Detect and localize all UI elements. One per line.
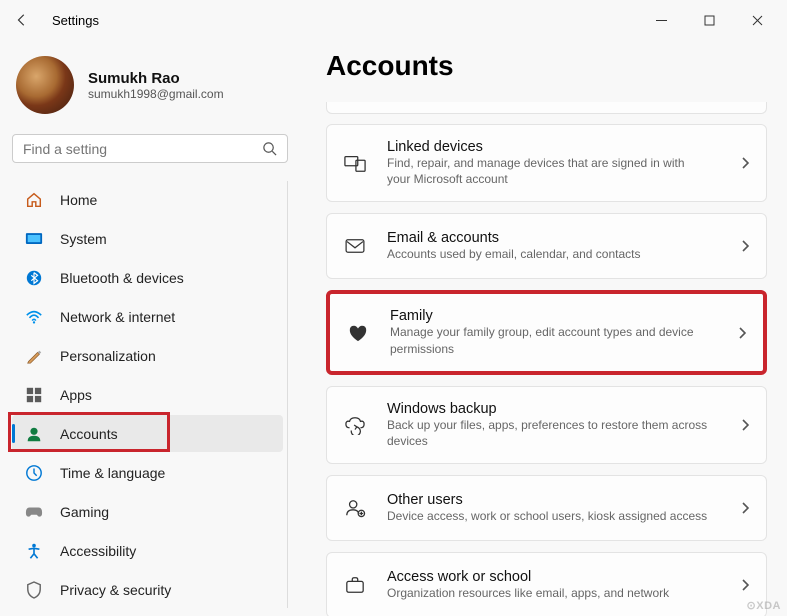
home-icon bbox=[24, 190, 44, 210]
profile-email: sumukh1998@gmail.com bbox=[88, 87, 224, 101]
card-title: Linked devices bbox=[387, 139, 721, 155]
sidebar: Sumukh Rao sumukh1998@gmail.com Home Sys… bbox=[0, 40, 300, 616]
gaming-icon bbox=[24, 502, 44, 522]
profile-name: Sumukh Rao bbox=[88, 70, 224, 87]
sidebar-item-label: Network & internet bbox=[60, 309, 175, 325]
card-title: Access work or school bbox=[387, 569, 721, 585]
family-icon bbox=[346, 321, 370, 345]
sidebar-item-accessibility[interactable]: Accessibility bbox=[12, 532, 283, 569]
card-description: Manage your family group, edit account t… bbox=[390, 324, 718, 356]
chevron-right-icon bbox=[738, 326, 747, 340]
sidebar-item-network[interactable]: Network & internet bbox=[12, 298, 283, 335]
sidebar-item-home[interactable]: Home bbox=[12, 181, 283, 218]
close-icon bbox=[752, 15, 763, 26]
chevron-right-icon bbox=[741, 578, 750, 592]
search-input[interactable] bbox=[23, 141, 262, 157]
card-other-users[interactable]: Other users Device access, work or schoo… bbox=[326, 475, 767, 541]
minimize-icon bbox=[656, 15, 667, 26]
accounts-icon bbox=[24, 424, 44, 444]
sidebar-item-system[interactable]: System bbox=[12, 220, 283, 257]
time-icon bbox=[24, 463, 44, 483]
card-title: Other users bbox=[387, 492, 721, 508]
sidebar-item-label: Home bbox=[60, 192, 97, 208]
maximize-icon bbox=[704, 15, 715, 26]
card-description: Organization resources like email, apps,… bbox=[387, 585, 721, 601]
card-title: Family bbox=[390, 308, 718, 324]
titlebar: Settings bbox=[0, 0, 787, 40]
bluetooth-icon bbox=[24, 268, 44, 288]
accessibility-icon bbox=[24, 541, 44, 561]
card-family[interactable]: Family Manage your family group, edit ac… bbox=[326, 290, 767, 374]
sidebar-item-label: Privacy & security bbox=[60, 582, 171, 598]
chevron-right-icon bbox=[741, 501, 750, 515]
sidebar-item-label: Time & language bbox=[60, 465, 165, 481]
chevron-right-icon bbox=[741, 418, 750, 432]
sidebar-item-label: Personalization bbox=[60, 348, 156, 364]
card-description: Back up your files, apps, preferences to… bbox=[387, 417, 721, 449]
work-school-icon bbox=[343, 573, 367, 597]
avatar bbox=[16, 56, 74, 114]
sidebar-item-time[interactable]: Time & language bbox=[12, 454, 283, 491]
card-description: Device access, work or school users, kio… bbox=[387, 508, 721, 524]
card-description: Find, repair, and manage devices that ar… bbox=[387, 155, 721, 187]
sidebar-item-apps[interactable]: Apps bbox=[12, 376, 283, 413]
maximize-button[interactable] bbox=[687, 5, 731, 35]
sidebar-item-label: Accessibility bbox=[60, 543, 136, 559]
back-arrow-icon bbox=[15, 13, 29, 27]
card-title: Windows backup bbox=[387, 401, 721, 417]
main-panel: Accounts Linked devices Find, repair, an… bbox=[300, 40, 787, 616]
network-icon bbox=[24, 307, 44, 327]
profile-section[interactable]: Sumukh Rao sumukh1998@gmail.com bbox=[12, 48, 288, 128]
back-button[interactable] bbox=[8, 6, 36, 34]
search-icon bbox=[262, 141, 277, 156]
window-title: Settings bbox=[52, 13, 99, 28]
apps-icon bbox=[24, 385, 44, 405]
email-icon bbox=[343, 234, 367, 258]
nav-list: Home System Bluetooth & devices Network … bbox=[12, 181, 288, 608]
card-description: Accounts used by email, calendar, and co… bbox=[387, 246, 721, 262]
sidebar-item-gaming[interactable]: Gaming bbox=[12, 493, 283, 530]
sidebar-item-accounts[interactable]: Accounts bbox=[12, 415, 283, 452]
linked-devices-icon bbox=[343, 151, 367, 175]
sidebar-item-label: Accounts bbox=[60, 426, 118, 442]
backup-icon bbox=[343, 413, 367, 437]
card-work-school[interactable]: Access work or school Organization resou… bbox=[326, 552, 767, 616]
search-box[interactable] bbox=[12, 134, 288, 163]
personalization-icon bbox=[24, 346, 44, 366]
sidebar-item-label: System bbox=[60, 231, 107, 247]
sidebar-item-label: Gaming bbox=[60, 504, 109, 520]
system-icon bbox=[24, 229, 44, 249]
other-users-icon bbox=[343, 496, 367, 520]
sidebar-item-label: Bluetooth & devices bbox=[60, 270, 184, 286]
sidebar-item-bluetooth[interactable]: Bluetooth & devices bbox=[12, 259, 283, 296]
minimize-button[interactable] bbox=[639, 5, 683, 35]
chevron-right-icon bbox=[741, 156, 750, 170]
sidebar-item-label: Apps bbox=[60, 387, 92, 403]
privacy-icon bbox=[24, 580, 44, 600]
window-controls bbox=[639, 5, 779, 35]
card-linked-devices[interactable]: Linked devices Find, repair, and manage … bbox=[326, 124, 767, 202]
card-email-accounts[interactable]: Email & accounts Accounts used by email,… bbox=[326, 213, 767, 279]
sidebar-item-privacy[interactable]: Privacy & security bbox=[12, 571, 283, 608]
chevron-right-icon bbox=[741, 239, 750, 253]
card-windows-backup[interactable]: Windows backup Back up your files, apps,… bbox=[326, 386, 767, 464]
card-partial-top bbox=[326, 102, 767, 114]
page-title: Accounts bbox=[326, 50, 767, 82]
close-button[interactable] bbox=[735, 5, 779, 35]
card-title: Email & accounts bbox=[387, 230, 721, 246]
sidebar-item-personalization[interactable]: Personalization bbox=[12, 337, 283, 374]
